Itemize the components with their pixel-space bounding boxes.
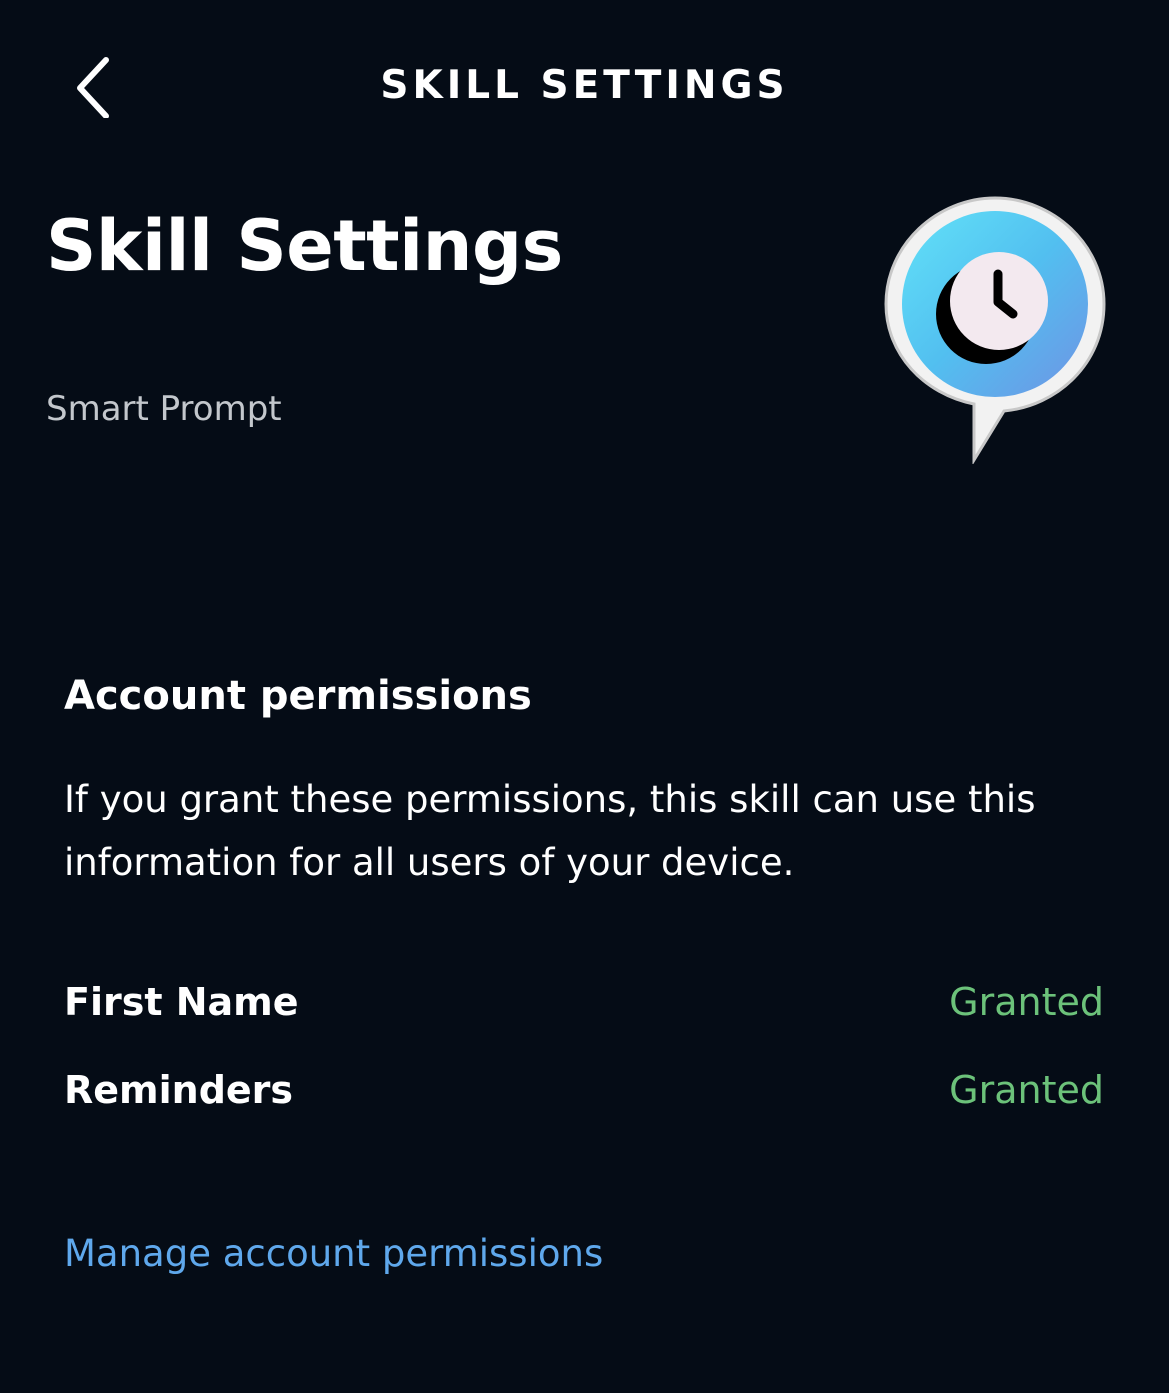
- account-permissions-heading: Account permissions: [64, 673, 532, 719]
- permissions-description: If you grant these permissions, this ski…: [64, 778, 1036, 884]
- clock-speech-bubble-icon: [884, 196, 1106, 464]
- page-title: Skill Settings: [46, 205, 563, 287]
- permission-status: Granted: [949, 980, 1104, 1024]
- permission-row-first-name: First Name Granted: [64, 974, 1104, 1030]
- permission-status: Granted: [949, 1068, 1104, 1112]
- permission-label: Reminders: [64, 1068, 294, 1112]
- nav-title: SKILL SETTINGS: [380, 63, 789, 108]
- manage-account-permissions-link[interactable]: Manage account permissions: [64, 1226, 603, 1282]
- permission-row-reminders: Reminders Granted: [64, 1062, 1104, 1118]
- skill-name: Smart Prompt: [46, 389, 282, 429]
- permission-label: First Name: [64, 980, 299, 1024]
- skill-settings-screen: SKILL SETTINGS Skill Settings Smart Prom…: [0, 0, 1169, 1393]
